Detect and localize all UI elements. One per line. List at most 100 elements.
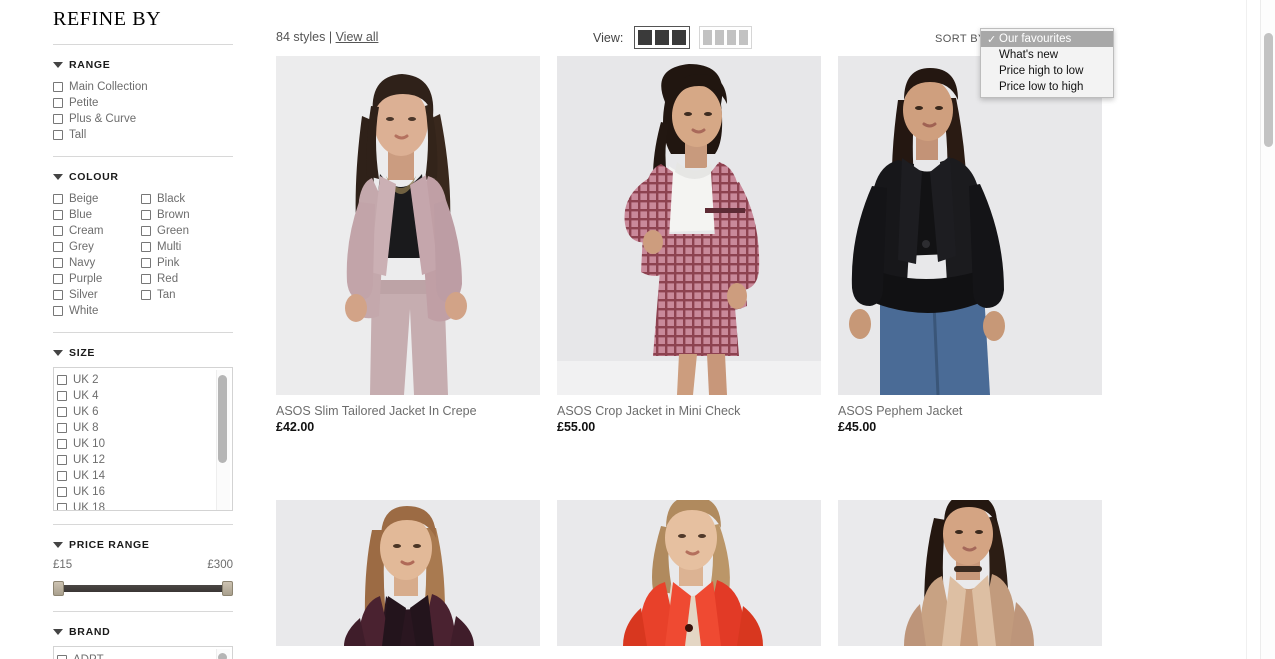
- size-list-scrollbar[interactable]: [216, 370, 230, 510]
- brand-options-scrollbox[interactable]: ADPT: [53, 646, 233, 659]
- checkbox-icon[interactable]: [53, 194, 63, 204]
- column-bar-icon: [638, 30, 653, 45]
- product-title[interactable]: ASOS Crop Jacket in Mini Check: [557, 404, 821, 418]
- product-card[interactable]: ASOS Slim Tailored Jacket In Crepe £42.0…: [276, 56, 540, 434]
- checkbox-row[interactable]: Tan: [141, 287, 229, 303]
- checkbox-icon[interactable]: [53, 226, 63, 236]
- checkbox-row[interactable]: UK 16: [57, 484, 232, 500]
- product-card[interactable]: [557, 500, 821, 646]
- checkbox-row[interactable]: UK 8: [57, 420, 232, 436]
- checkbox-row[interactable]: UK 4: [57, 388, 232, 404]
- product-title[interactable]: ASOS Pephem Jacket: [838, 404, 1102, 418]
- checkbox-row[interactable]: UK 6: [57, 404, 232, 420]
- checkbox-row[interactable]: Navy: [53, 255, 141, 271]
- facet-range-header[interactable]: RANGE: [53, 59, 233, 71]
- checkbox-row[interactable]: UK 18: [57, 500, 232, 510]
- checkbox-row[interactable]: Purple: [53, 271, 141, 287]
- checkbox-icon[interactable]: [141, 210, 151, 220]
- checkbox-icon[interactable]: [57, 375, 67, 385]
- checkbox-row[interactable]: Main Collection: [53, 79, 233, 95]
- checkbox-row[interactable]: Tall: [53, 127, 233, 143]
- checkbox-icon[interactable]: [57, 455, 67, 465]
- checkbox-icon[interactable]: [53, 290, 63, 300]
- checkbox-icon[interactable]: [57, 487, 67, 497]
- checkbox-row[interactable]: Grey: [53, 239, 141, 255]
- checkbox-row[interactable]: Red: [141, 271, 229, 287]
- product-image[interactable]: [276, 500, 540, 646]
- checkbox-row[interactable]: UK 12: [57, 452, 232, 468]
- checkbox-row[interactable]: Black: [141, 191, 229, 207]
- checkbox-icon[interactable]: [53, 98, 63, 108]
- price-range-slider[interactable]: [53, 581, 233, 596]
- checkbox-row[interactable]: ADPT: [57, 652, 232, 659]
- checkbox-row[interactable]: Green: [141, 223, 229, 239]
- checkbox-icon[interactable]: [53, 82, 63, 92]
- facet-brand-header[interactable]: BRAND: [53, 626, 233, 638]
- checkbox-icon[interactable]: [57, 423, 67, 433]
- brand-list-scrollbar-thumb[interactable]: [218, 653, 227, 659]
- checkbox-row[interactable]: Multi: [141, 239, 229, 255]
- facet-size-header[interactable]: SIZE: [53, 347, 233, 359]
- checkbox-icon[interactable]: [57, 407, 67, 417]
- checkbox-icon[interactable]: [53, 242, 63, 252]
- checkbox-row[interactable]: UK 14: [57, 468, 232, 484]
- checkbox-icon[interactable]: [53, 274, 63, 284]
- checkbox-icon[interactable]: [53, 306, 63, 316]
- product-image[interactable]: [276, 56, 540, 395]
- facet-colour-label: COLOUR: [69, 171, 119, 183]
- checkbox-icon[interactable]: [57, 471, 67, 481]
- product-card[interactable]: [838, 500, 1102, 646]
- checkbox-row[interactable]: Beige: [53, 191, 141, 207]
- size-list-scrollbar-thumb[interactable]: [218, 375, 227, 463]
- product-image[interactable]: [838, 500, 1102, 646]
- checkbox-icon[interactable]: [141, 274, 151, 284]
- checkbox-row[interactable]: Brown: [141, 207, 229, 223]
- product-image[interactable]: [557, 500, 821, 646]
- checkbox-row[interactable]: Plus & Curve: [53, 111, 233, 127]
- checkbox-icon[interactable]: [57, 655, 67, 659]
- product-title[interactable]: ASOS Slim Tailored Jacket In Crepe: [276, 404, 540, 418]
- view-3-column-button[interactable]: [634, 26, 691, 49]
- sort-option-whats-new[interactable]: What's new: [981, 47, 1113, 63]
- checkbox-icon[interactable]: [53, 114, 63, 124]
- checkbox-label: UK 16: [73, 486, 105, 498]
- checkbox-icon[interactable]: [141, 258, 151, 268]
- checkbox-icon[interactable]: [57, 439, 67, 449]
- checkbox-row[interactable]: UK 10: [57, 436, 232, 452]
- checkbox-icon[interactable]: [57, 391, 67, 401]
- product-card[interactable]: ASOS Pephem Jacket £45.00: [838, 56, 1102, 434]
- checkbox-icon[interactable]: [53, 210, 63, 220]
- checkbox-icon[interactable]: [141, 290, 151, 300]
- checkbox-row[interactable]: Cream: [53, 223, 141, 239]
- sort-option-price-high-to-low[interactable]: Price high to low: [981, 63, 1113, 79]
- product-card[interactable]: [276, 500, 540, 646]
- checkbox-icon[interactable]: [141, 194, 151, 204]
- facet-price-header[interactable]: PRICE RANGE: [53, 539, 233, 551]
- view-4-column-button[interactable]: [699, 26, 753, 49]
- checkbox-row[interactable]: Pink: [141, 255, 229, 271]
- checkbox-icon[interactable]: [57, 503, 67, 510]
- sort-option-our-favourites[interactable]: ✓ Our favourites: [981, 31, 1113, 47]
- price-slider-handle-min[interactable]: [53, 581, 64, 596]
- price-slider-handle-max[interactable]: [222, 581, 233, 596]
- sort-dropdown-menu[interactable]: ✓ Our favourites What's new Price high t…: [980, 28, 1114, 98]
- size-options-scrollbox[interactable]: UK 2 UK 4 UK 6 UK 8 UK 10 UK 12 UK 14 UK…: [53, 367, 233, 511]
- facet-colour-header[interactable]: COLOUR: [53, 171, 233, 183]
- view-all-link[interactable]: View all: [336, 30, 379, 44]
- brand-list-scrollbar[interactable]: [216, 649, 230, 659]
- checkbox-row[interactable]: UK 2: [57, 372, 232, 388]
- checkbox-row[interactable]: White: [53, 303, 141, 319]
- page-scrollbar[interactable]: [1260, 0, 1275, 659]
- page-scrollbar-thumb[interactable]: [1264, 33, 1273, 147]
- product-image[interactable]: [838, 56, 1102, 395]
- checkbox-icon[interactable]: [53, 130, 63, 140]
- checkbox-icon[interactable]: [141, 242, 151, 252]
- checkbox-icon[interactable]: [141, 226, 151, 236]
- checkbox-row[interactable]: Blue: [53, 207, 141, 223]
- sort-option-price-low-to-high[interactable]: Price low to high: [981, 79, 1113, 95]
- checkbox-icon[interactable]: [53, 258, 63, 268]
- checkbox-row[interactable]: Silver: [53, 287, 141, 303]
- checkbox-row[interactable]: Petite: [53, 95, 233, 111]
- product-image[interactable]: [557, 56, 821, 395]
- product-card[interactable]: ASOS Crop Jacket in Mini Check £55.00: [557, 56, 821, 434]
